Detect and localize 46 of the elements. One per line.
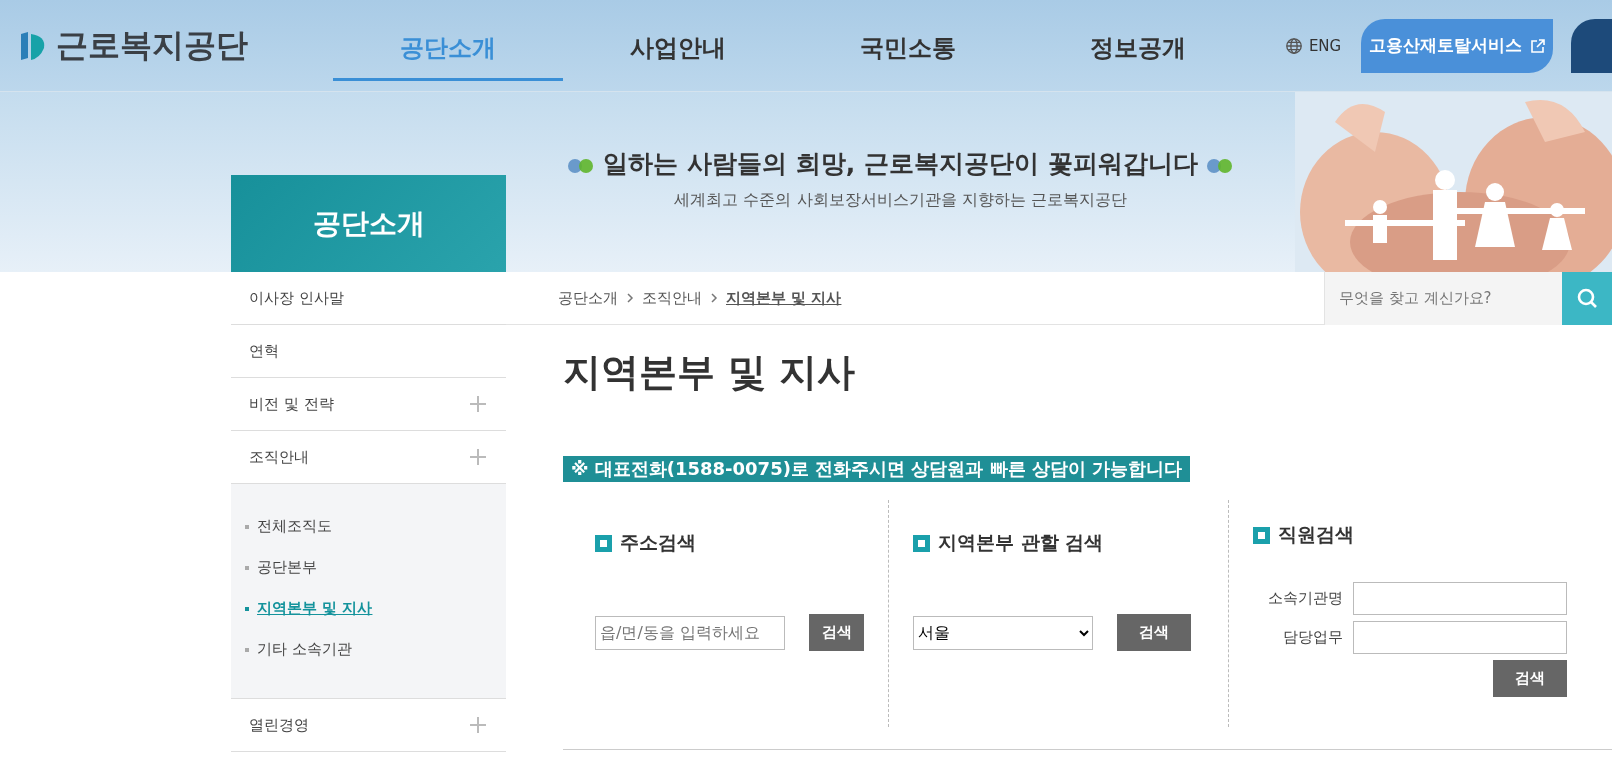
panel-title: 지역본부 관할 검색: [938, 530, 1104, 555]
search-icon: [1575, 286, 1599, 310]
plus-icon: [470, 396, 486, 412]
input-field[interactable]: [1353, 582, 1567, 615]
square-icon: [913, 534, 930, 552]
chevron-icon: [626, 293, 634, 303]
sidebar-item[interactable]: 연혁: [231, 325, 506, 378]
banner-subtitle: 세계최고 수준의 사회보장서비스기관을 지향하는 근로복지공단: [674, 190, 1127, 211]
slogan: 일하는 사람들의 희망, 근로복지공단이 꽃피워갑니다: [603, 148, 1198, 180]
breadcrumb-link[interactable]: 지역본부 및 지사: [726, 288, 842, 308]
square-icon: [595, 534, 612, 552]
region-select[interactable]: 서울: [913, 615, 1093, 650]
field-label: 소속기관명: [1267, 589, 1344, 608]
external-link-icon: [1529, 37, 1546, 54]
panel-title: 주소검색: [620, 530, 696, 555]
search-button[interactable]: 검색: [809, 614, 864, 651]
plus-icon: [470, 449, 486, 465]
nav-tab[interactable]: 정보공개: [1022, 10, 1253, 81]
field-label: 담당업무: [1282, 628, 1344, 647]
nav-tab[interactable]: 국민소통: [792, 10, 1023, 81]
submenu-item[interactable]: 전체조직도: [231, 506, 506, 547]
breadcrumb-link[interactable]: 공단소개: [558, 288, 618, 308]
search-button[interactable]: 검색: [1493, 660, 1567, 697]
panel-title: 직원검색: [1278, 522, 1354, 547]
notice-banner: ※ 대표전화(1588-0075)로 전화주시면 상담원과 빠른 상담이 가능합니다: [563, 456, 1191, 482]
nav-tab[interactable]: 사업안내: [562, 10, 793, 81]
sidebar-item[interactable]: 비전 및 전략: [231, 378, 506, 431]
sidebar-item[interactable]: 열린경영: [231, 699, 506, 752]
plus-icon: [470, 717, 486, 733]
chevron-icon: [710, 293, 718, 303]
globe-icon: [1284, 36, 1303, 55]
partial-button[interactable]: [1571, 18, 1612, 73]
search-field[interactable]: 무엇을 찾고 계신가요?: [1324, 271, 1562, 325]
page-title: 지역본부 및 지사: [563, 349, 857, 396]
submenu-item[interactable]: 공단본부: [231, 547, 506, 588]
input-field[interactable]: [1353, 621, 1567, 654]
sidebar-item[interactable]: 이사장 인사말: [231, 272, 506, 325]
square-icon: [1253, 526, 1270, 544]
address-field[interactable]: 읍/면/동을 입력하세요: [595, 615, 785, 650]
language-link[interactable]: ENG: [1284, 36, 1342, 55]
search-button[interactable]: [1562, 271, 1612, 325]
submenu-item[interactable]: 기타 소속기관: [231, 629, 506, 670]
sidebar-title: 공단소개: [231, 175, 506, 272]
logo-text[interactable]: 근로복지공단: [56, 23, 248, 68]
breadcrumb-link[interactable]: 조직안내: [642, 288, 702, 308]
search-button[interactable]: 검색: [1117, 614, 1191, 651]
